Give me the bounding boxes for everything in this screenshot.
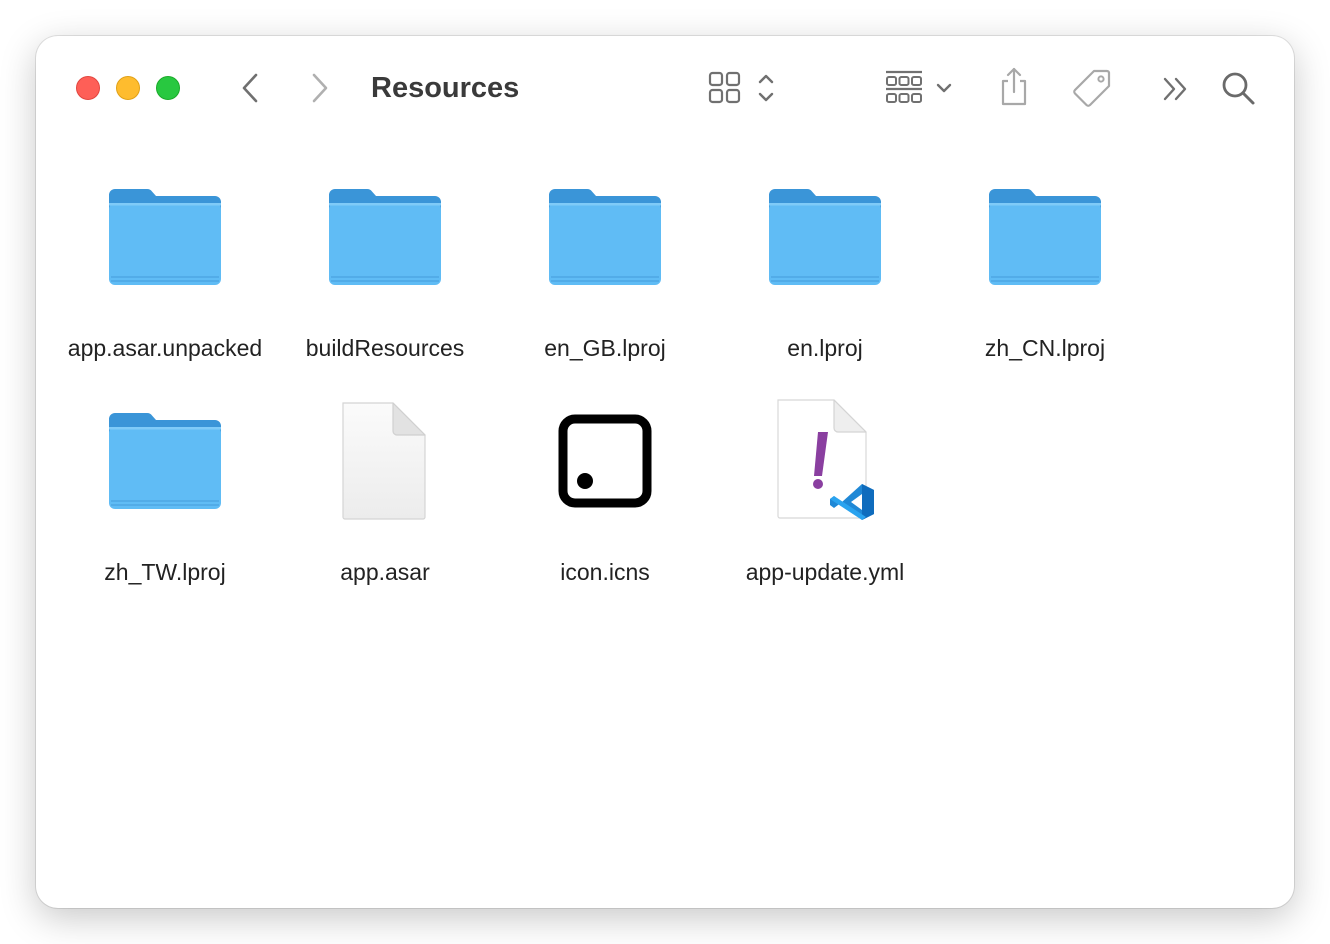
yaml-file-icon: [760, 396, 890, 526]
chevron-left-icon: [242, 73, 258, 103]
folder-icon: [320, 172, 450, 302]
file-item[interactable]: zh_TW.lproj: [60, 396, 270, 588]
zoom-button[interactable]: [156, 76, 180, 100]
file-item[interactable]: buildResources: [280, 172, 490, 364]
file-name: buildResources: [305, 335, 465, 361]
share-icon: [1001, 67, 1027, 106]
file-grid: app.asar.unpacked buildResources en_GB.l…: [36, 140, 1294, 908]
file-item[interactable]: en_GB.lproj: [500, 172, 710, 364]
back-button[interactable]: [232, 70, 268, 106]
view-options-button[interactable]: [706, 68, 782, 108]
toolbar: Resources: [36, 36, 1294, 140]
icns-image-icon: [540, 396, 670, 526]
group-by-icon: [886, 70, 952, 103]
file-name: zh_CN.lproj: [984, 335, 1106, 361]
finder-window: Resources app.asar.unpacked buildResourc…: [36, 36, 1294, 908]
folder-icon: [100, 172, 230, 302]
window-title: Resources: [371, 72, 520, 104]
file-name: en_GB.lproj: [544, 335, 666, 361]
file-item[interactable]: icon.icns: [500, 396, 710, 588]
more-button[interactable]: [1156, 72, 1196, 106]
folder-icon: [980, 172, 1110, 302]
chevron-right-icon: [312, 73, 328, 103]
folder-icon: [100, 396, 230, 526]
minimize-button[interactable]: [116, 76, 140, 100]
double-chevron-icon: [1163, 77, 1187, 101]
file-name: app.asar: [340, 559, 430, 585]
document-icon: [320, 396, 450, 526]
file-item[interactable]: app.asar.unpacked: [60, 172, 270, 364]
icon-grid-icon: [708, 71, 774, 104]
search-icon: [1222, 72, 1255, 105]
file-item[interactable]: zh_CN.lproj: [940, 172, 1150, 364]
file-name: en.lproj: [787, 335, 863, 361]
folder-icon: [760, 172, 890, 302]
group-by-button[interactable]: [882, 68, 958, 108]
file-name: app-update.yml: [745, 559, 905, 585]
file-name: icon.icns: [560, 559, 650, 585]
file-item[interactable]: en.lproj: [720, 172, 930, 364]
file-name: app.asar.unpacked: [67, 335, 263, 361]
tag-icon: [1073, 69, 1111, 107]
close-button[interactable]: [76, 76, 100, 100]
share-button[interactable]: [994, 64, 1034, 110]
forward-button[interactable]: [302, 70, 338, 106]
search-button[interactable]: [1218, 68, 1260, 110]
file-name: zh_TW.lproj: [104, 559, 226, 585]
file-item[interactable]: app-update.yml: [720, 396, 930, 588]
folder-icon: [540, 172, 670, 302]
tag-button[interactable]: [1070, 66, 1114, 110]
file-item[interactable]: app.asar: [280, 396, 490, 588]
